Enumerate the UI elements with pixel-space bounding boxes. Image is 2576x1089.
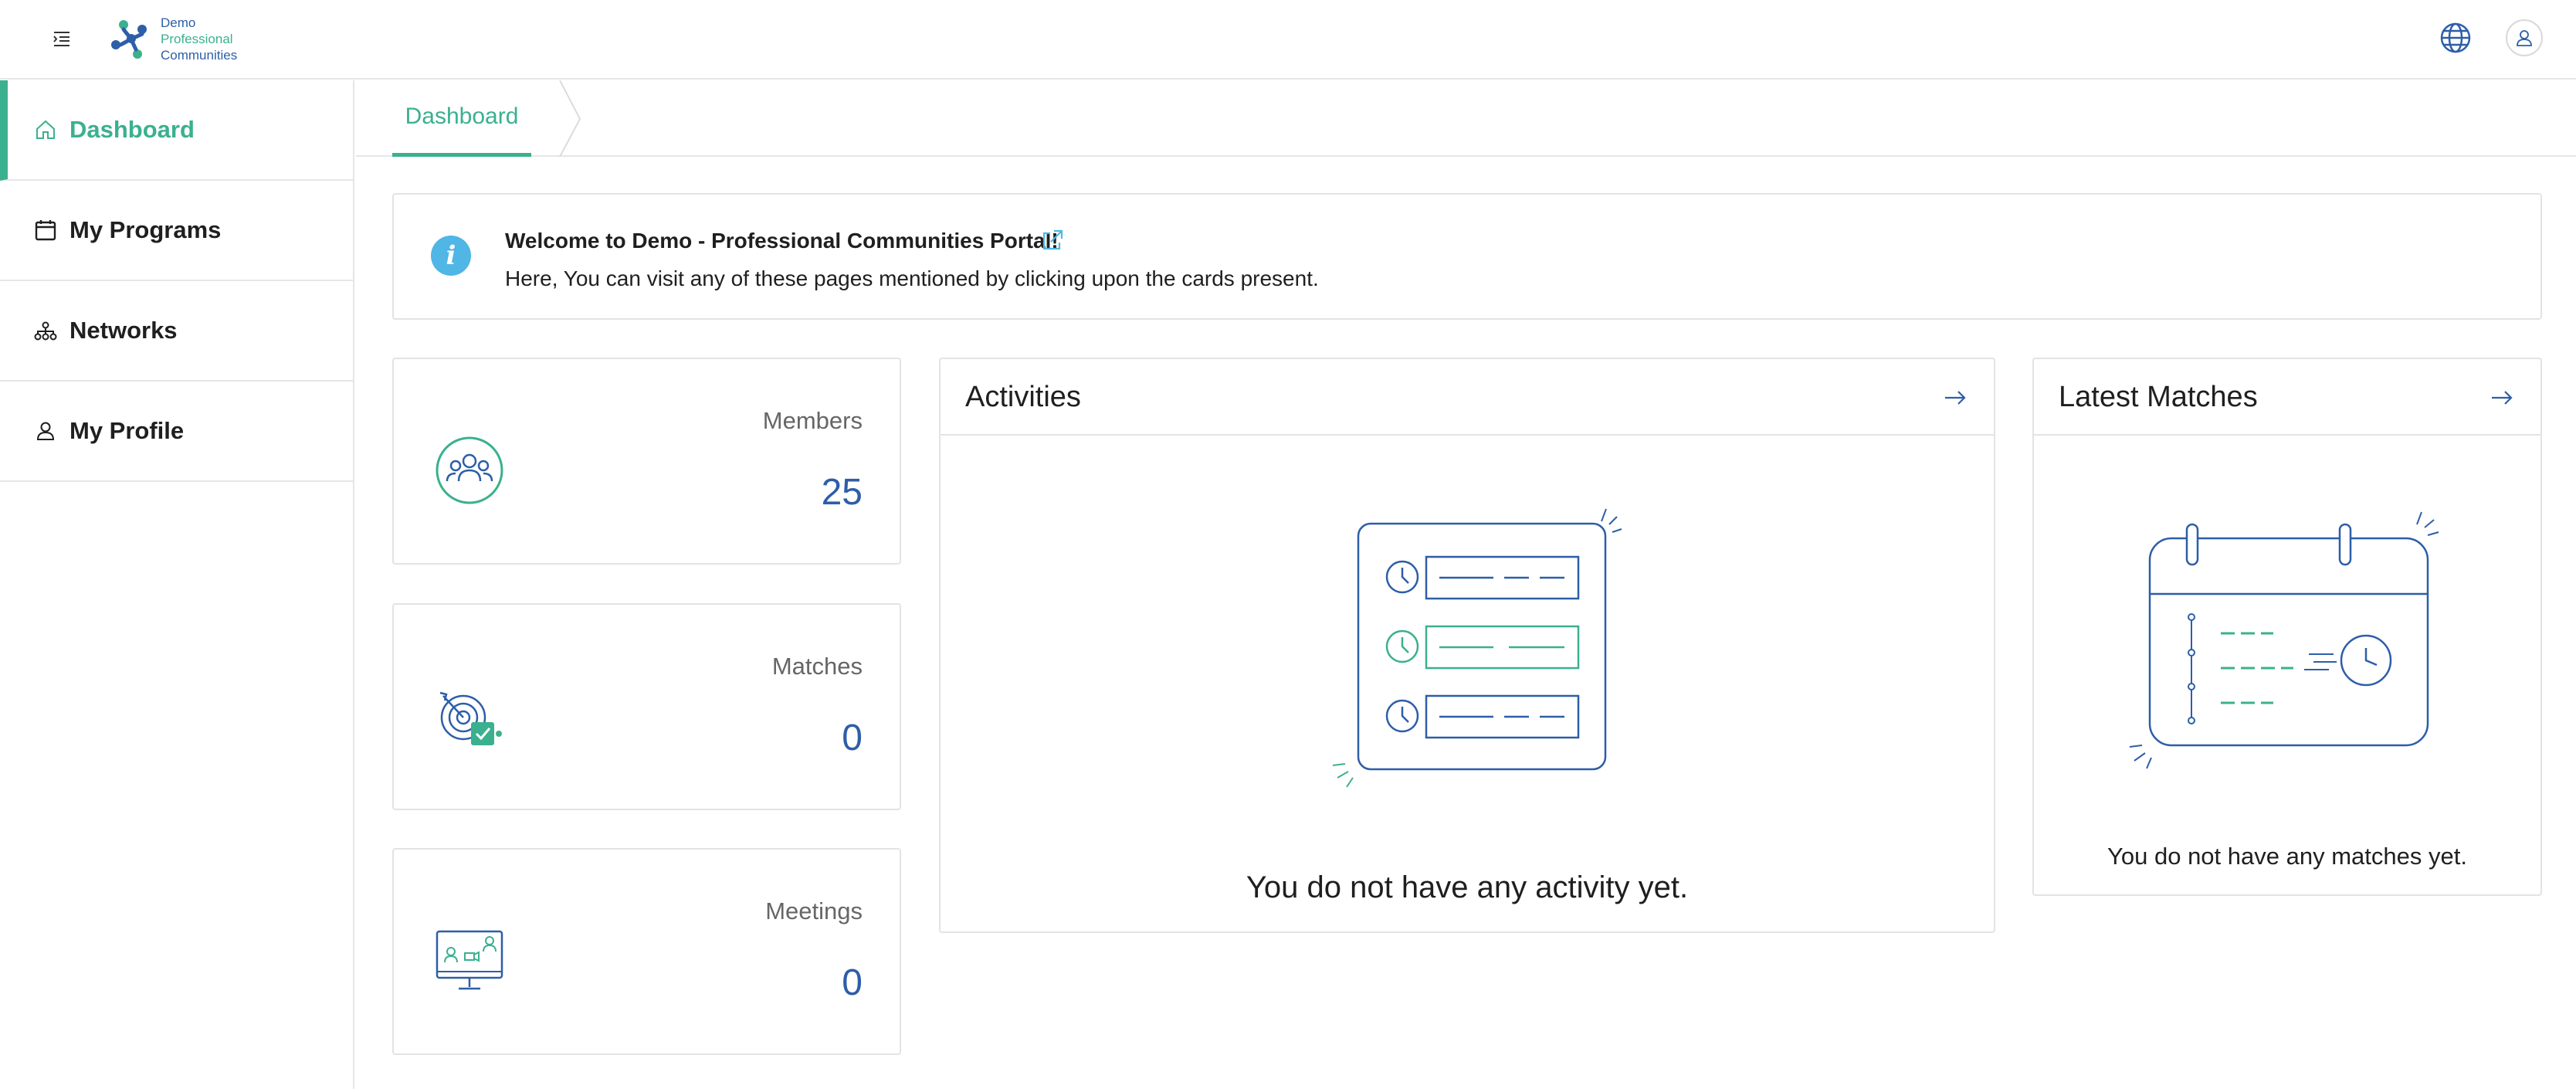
activities-panel: Activities You do not have any activity … — [939, 358, 1995, 933]
globe-icon[interactable] — [2439, 21, 2473, 55]
matches-label: Matches — [771, 653, 863, 680]
latest-matches-header: Latest Matches — [2034, 359, 2540, 436]
logo-text: Demo Professional Communities — [161, 15, 237, 63]
activity-list-illustration-icon — [1332, 508, 1622, 788]
arrow-right-icon[interactable] — [1941, 384, 1969, 412]
latest-matches-panel: Latest Matches You do not have any match… — [2032, 358, 2542, 896]
latest-matches-title: Latest Matches — [2059, 381, 2258, 413]
welcome-title: Welcome to Demo - Professional Communiti… — [505, 229, 1059, 253]
matches-count: 0 — [842, 718, 863, 758]
welcome-banner: i Welcome to Demo - Professional Communi… — [392, 193, 2542, 320]
latest-matches-empty-message: You do not have any matches yet. — [2107, 843, 2467, 870]
members-card[interactable]: Members 25 — [392, 358, 901, 565]
sidebar-item-label: Dashboard — [69, 116, 195, 143]
members-icon — [432, 433, 507, 507]
home-icon — [32, 117, 59, 143]
user-icon — [32, 418, 59, 444]
target-icon — [432, 679, 507, 753]
sidebar-item-my-programs[interactable]: My Programs — [0, 181, 353, 281]
matches-card[interactable]: Matches 0 — [392, 603, 901, 810]
welcome-description: Here, You can visit any of these pages m… — [505, 266, 1319, 290]
meetings-label: Meetings — [765, 897, 863, 924]
network-icon — [32, 317, 59, 344]
breadcrumb-item-dashboard[interactable]: Dashboard — [392, 80, 531, 157]
sidebar: Dashboard My Programs Networks My Profil… — [0, 80, 354, 1089]
sidebar-item-my-profile[interactable]: My Profile — [0, 382, 353, 482]
meetings-card[interactable]: Meetings 0 — [392, 848, 901, 1055]
meetings-count: 0 — [842, 962, 863, 1003]
meeting-monitor-icon — [432, 924, 507, 998]
calendar-icon — [32, 217, 59, 243]
breadcrumb-separator-icon — [559, 80, 581, 157]
arrow-right-icon[interactable] — [2488, 384, 2516, 412]
logo-line-3: Communities — [161, 47, 238, 63]
info-icon: i — [431, 236, 471, 276]
external-link-icon[interactable] — [1039, 227, 1066, 253]
logo-line-2: Professional — [161, 31, 233, 46]
sidebar-item-label: Networks — [69, 317, 178, 344]
activities-empty-message: You do not have any activity yet. — [1246, 870, 1689, 904]
logo-mark-icon — [111, 20, 147, 59]
sidebar-item-label: My Programs — [69, 216, 222, 243]
sidebar-item-label: My Profile — [69, 417, 185, 444]
sidebar-item-dashboard[interactable]: Dashboard — [0, 80, 353, 181]
members-label: Members — [762, 407, 863, 434]
calendar-clock-illustration-icon — [2129, 511, 2439, 769]
members-count: 25 — [821, 472, 863, 513]
logo[interactable]: Demo Professional Communities — [107, 11, 238, 66]
top-bar: Demo Professional Communities — [0, 0, 2576, 80]
menu-collapse-icon[interactable] — [48, 25, 76, 53]
activities-header: Activities — [941, 359, 1994, 436]
breadcrumb: Dashboard — [356, 80, 2576, 157]
sidebar-item-networks[interactable]: Networks — [0, 281, 353, 382]
user-icon — [2517, 30, 2532, 46]
logo-line-1: Demo — [161, 15, 196, 30]
user-menu-button[interactable] — [2506, 19, 2543, 56]
activities-title: Activities — [965, 381, 1081, 413]
